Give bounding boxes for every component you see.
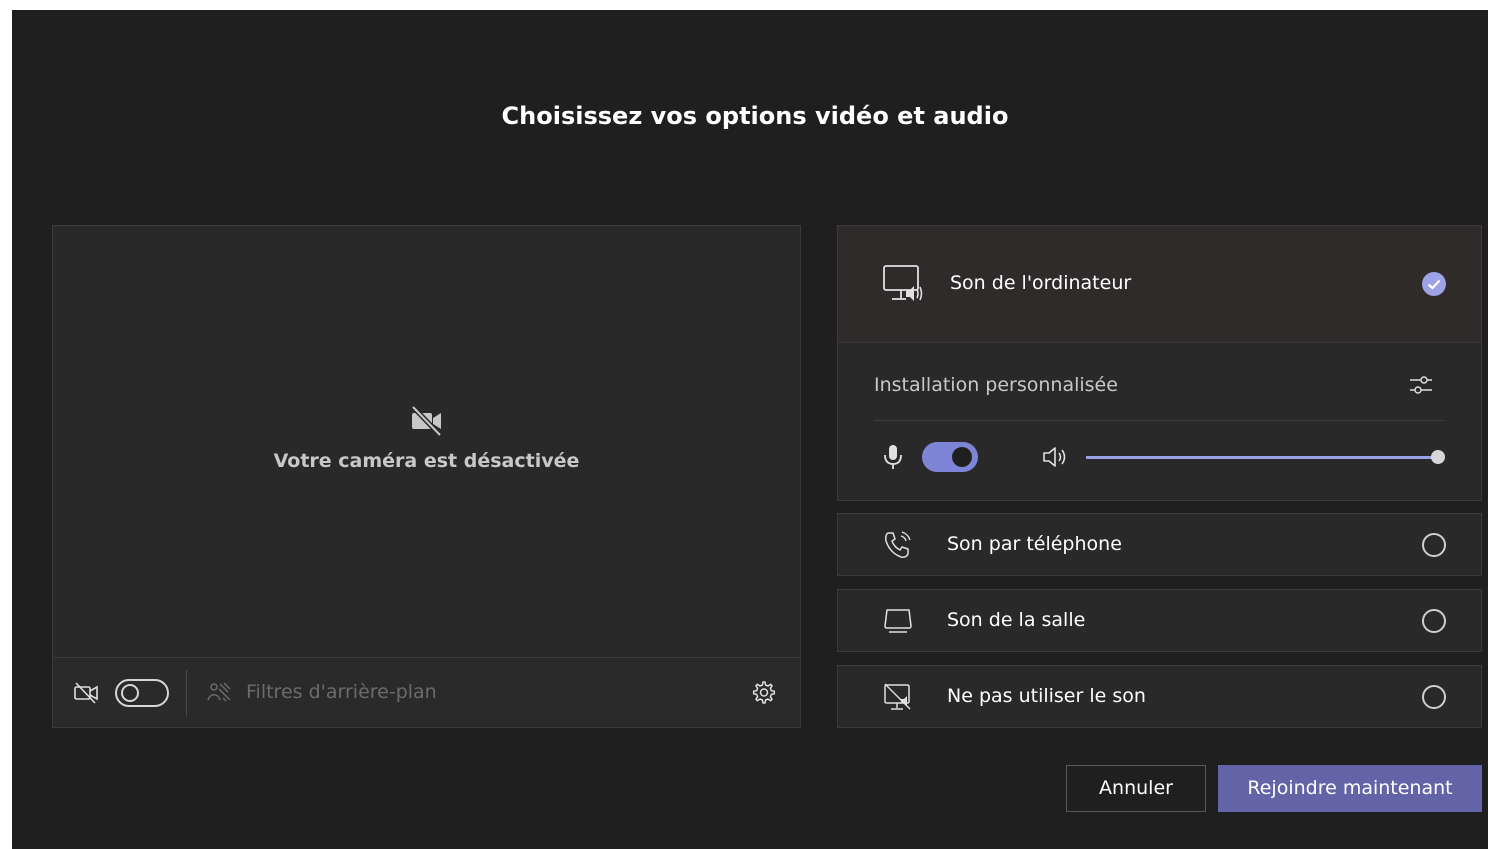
camera-off-icon [74,682,98,704]
join-now-button[interactable]: Rejoindre maintenant [1218,765,1482,812]
room-audio-label: Son de la salle [947,609,1086,631]
camera-off-message: Votre caméra est désactivée [273,450,580,472]
computer-audio-panel: Son de l'ordinateur Installation personn… [837,225,1482,501]
gear-icon[interactable] [750,680,776,706]
page-title: Choisissez vos options vidéo et audio [501,102,1009,130]
microphone-toggle[interactable] [922,442,978,472]
microphone-icon [884,445,902,469]
camera-toggle[interactable] [115,679,169,707]
cancel-button[interactable]: Annuler [1066,765,1206,812]
join-options-screen: Choisissez vos options vidéo et audio Vo… [12,10,1488,849]
room-audio-icon [884,609,912,633]
phone-audio-label: Son par téléphone [947,533,1122,555]
toolbar-divider [186,670,187,716]
room-audio-option[interactable]: Son de la salle [837,589,1482,652]
room-audio-radio[interactable] [1422,609,1446,633]
no-audio-radio[interactable] [1422,685,1446,709]
phone-audio-icon [885,531,911,558]
custom-setup-label: Installation personnalisée [874,374,1118,396]
background-filters-icon [207,682,231,702]
video-preview: Votre caméra est désactivée [53,226,800,657]
volume-slider-thumb[interactable] [1431,450,1445,464]
video-preview-panel: Votre caméra est désactivée Filtres d'ar… [52,225,801,728]
check-circle-icon [1422,272,1446,296]
volume-slider-track[interactable] [1086,456,1438,459]
computer-audio-label: Son de l'ordinateur [950,272,1132,294]
video-toolbar: Filtres d'arrière-plan [53,657,800,727]
phone-audio-radio[interactable] [1422,533,1446,557]
panel-divider [874,420,1445,421]
device-settings-icon[interactable] [1408,372,1434,398]
background-filters-button[interactable]: Filtres d'arrière-plan [246,681,437,703]
camera-toggle-knob [121,684,139,702]
camera-off-icon [411,405,442,437]
no-audio-label: Ne pas utiliser le son [947,685,1146,707]
microphone-toggle-knob [952,447,972,467]
computer-audio-option[interactable]: Son de l'ordinateur [838,226,1481,343]
computer-audio-icon [883,265,923,301]
speaker-icon [1043,447,1066,467]
no-audio-icon [884,683,911,710]
phone-audio-option[interactable]: Son par téléphone [837,513,1482,576]
no-audio-option[interactable]: Ne pas utiliser le son [837,665,1482,728]
